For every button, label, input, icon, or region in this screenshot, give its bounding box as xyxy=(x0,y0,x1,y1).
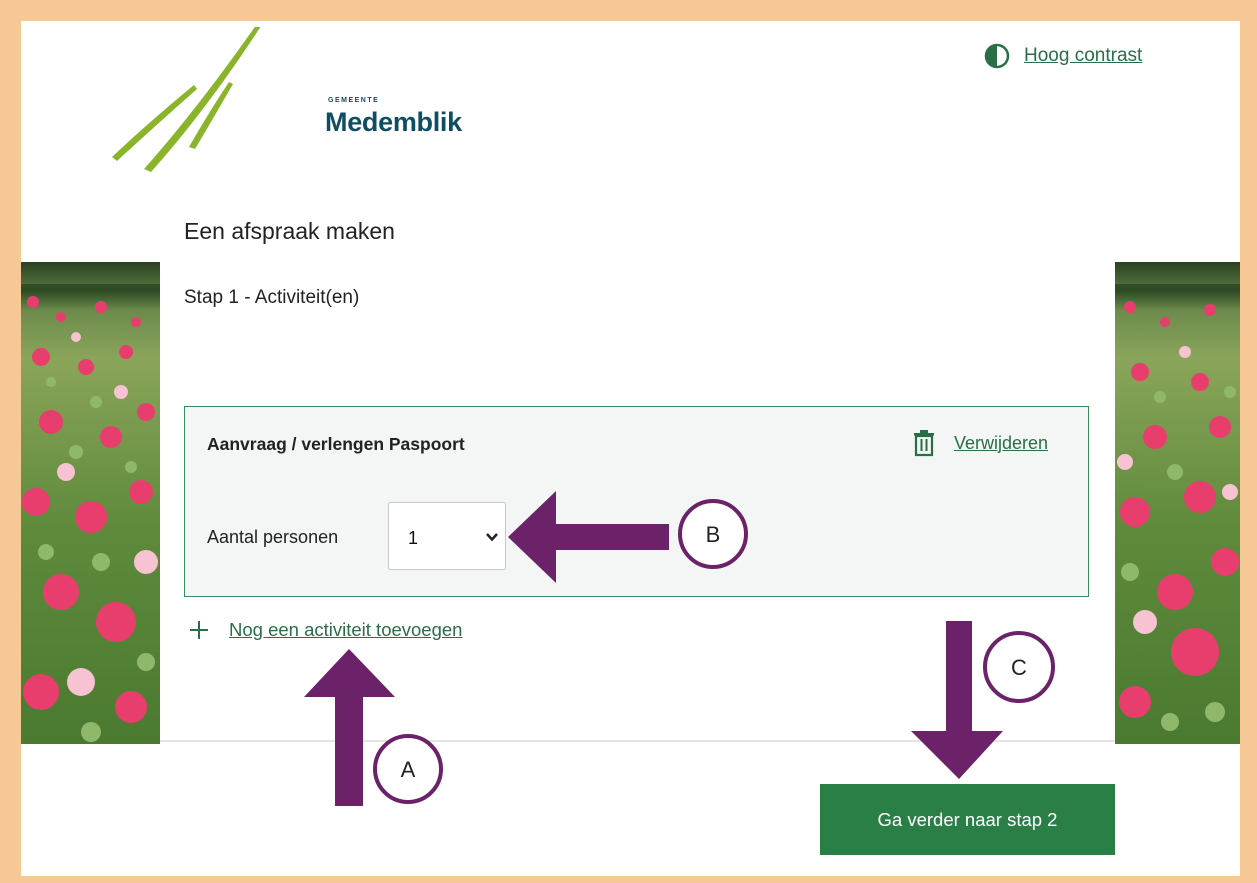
annotation-arrow-c xyxy=(911,621,1003,779)
page-frame: GEMEENTE Medemblik Hoog contrast Een afs… xyxy=(21,21,1240,876)
high-contrast-toggle[interactable]: Hoog contrast xyxy=(984,43,1142,69)
chevron-down-icon xyxy=(486,533,498,542)
trash-icon xyxy=(914,430,934,457)
annotation-marker-c: C xyxy=(983,631,1055,703)
persons-select[interactable]: 1 xyxy=(388,502,506,570)
logo-name: Medemblik xyxy=(325,107,462,137)
medemblik-logo[interactable]: GEMEENTE Medemblik xyxy=(109,21,462,177)
remove-activity-link[interactable]: Verwijderen xyxy=(954,433,1048,454)
activity-card: Aanvraag / verlengen Paspoort Verwijdere… xyxy=(184,406,1089,597)
next-step-button[interactable]: Ga verder naar stap 2 xyxy=(820,784,1115,855)
annotation-letter-a: A xyxy=(401,757,416,782)
high-contrast-link[interactable]: Hoog contrast xyxy=(1024,45,1142,67)
persons-select-value: 1 xyxy=(408,528,419,548)
persons-label: Aantal personen xyxy=(207,527,339,547)
contrast-icon xyxy=(984,43,1010,69)
remove-activity-button[interactable]: Verwijderen xyxy=(912,429,1048,457)
step-title: Stap 1 - Activiteit(en) xyxy=(184,287,360,308)
activity-name: Aanvraag / verlengen Paspoort xyxy=(207,434,465,454)
add-activity-button[interactable]: Nog een activiteit toevoegen xyxy=(189,619,462,641)
poppy-field-image-right xyxy=(1115,262,1240,744)
footer-divider xyxy=(160,740,1115,742)
annotation-arrow-a xyxy=(304,649,395,806)
plus-icon xyxy=(190,621,208,639)
poppy-field-image-left xyxy=(21,262,160,744)
add-activity-link[interactable]: Nog een activiteit toevoegen xyxy=(229,619,462,641)
page-title: Een afspraak maken xyxy=(184,218,395,244)
annotation-letter-c: C xyxy=(1011,655,1027,680)
logo-subtitle: GEMEENTE xyxy=(328,97,380,104)
annotation-marker-a: A xyxy=(373,734,443,804)
